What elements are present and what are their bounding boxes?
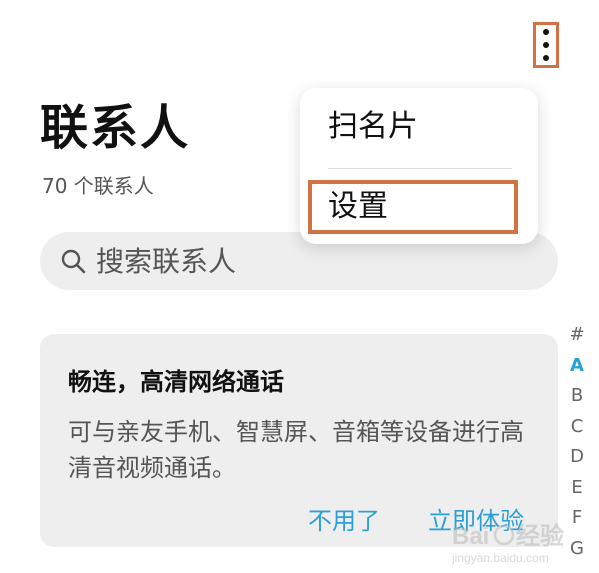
menu-item-settings-label: 设置 — [328, 189, 388, 224]
search-icon — [61, 249, 86, 274]
more-vertical-icon-dot — [543, 42, 549, 48]
dismiss-button[interactable]: 不用了 — [308, 509, 380, 533]
alpha-index-d[interactable]: D — [570, 442, 584, 473]
alphabet-index[interactable]: # A B C D E F G — [562, 320, 592, 564]
contact-count: 70 个联系人 — [42, 174, 154, 198]
menu-item-scan-card[interactable]: 扫名片 — [328, 112, 418, 142]
alpha-index-f[interactable]: F — [572, 503, 582, 534]
promo-title: 畅连，高清网络通话 — [68, 368, 284, 396]
svg-text:jingyan.baidu.com: jingyan.baidu.com — [452, 551, 549, 565]
popup-menu: 扫名片 设置 — [300, 88, 538, 244]
alpha-index-b[interactable]: B — [571, 381, 583, 412]
promo-card: 畅连，高清网络通话 可与亲友手机、智慧屏、音箱等设备进行高清音视频通话。 不用了… — [40, 334, 558, 547]
alpha-index-g[interactable]: G — [570, 534, 584, 565]
page-title: 联系人 — [40, 100, 191, 156]
more-vertical-icon-dot — [543, 55, 549, 61]
alpha-index-hash[interactable]: # — [569, 320, 584, 351]
alpha-index-e[interactable]: E — [571, 473, 582, 504]
more-options-button[interactable] — [533, 22, 559, 68]
search-input[interactable] — [96, 244, 516, 278]
try-now-button[interactable]: 立即体验 — [428, 509, 524, 533]
more-vertical-icon — [543, 29, 549, 35]
alpha-index-c[interactable]: C — [571, 412, 584, 443]
promo-description: 可与亲友手机、智慧屏、音箱等设备进行高清音视频通话。 — [68, 418, 524, 482]
menu-divider — [328, 168, 512, 169]
alpha-index-a[interactable]: A — [570, 351, 584, 382]
menu-item-settings[interactable]: 设置 — [308, 180, 518, 234]
